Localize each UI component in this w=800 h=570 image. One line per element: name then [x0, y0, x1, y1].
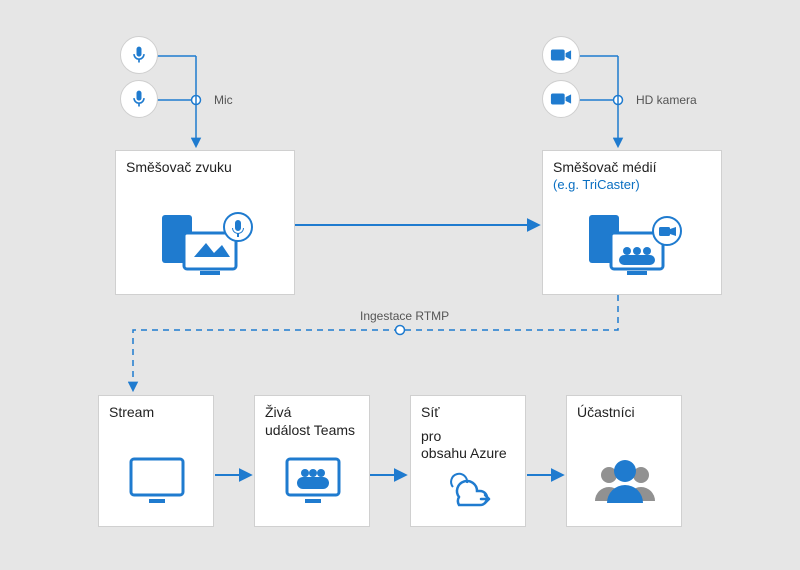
people-group-icon	[589, 457, 661, 510]
audio-mixer-title: Směšovač zvuku	[126, 159, 284, 177]
teams-live-title-l2: událost Teams	[265, 422, 359, 440]
media-mixer-subtitle: (e.g. TriCaster)	[553, 177, 711, 193]
media-mixer-title: Směšovač médií	[553, 159, 711, 177]
teams-live-node: Živá událost Teams	[254, 395, 370, 527]
mic-icon	[120, 80, 158, 118]
diagram-canvas: Mic HD kamera Směšovač zvuku Směšovač mé…	[0, 0, 800, 570]
attendees-title: Účastníci	[577, 404, 671, 422]
mic-label: Mic	[214, 93, 233, 107]
stream-node: Stream	[98, 395, 214, 527]
rtmp-ingest-label: Ingestace RTMP	[360, 309, 449, 323]
azure-cdn-node: Síť pro obsahu Azure	[410, 395, 526, 527]
stream-title: Stream	[109, 404, 203, 422]
azure-cdn-title-l3: obsahu Azure	[421, 445, 515, 463]
media-mixer-node: Směšovač médií (e.g. TriCaster)	[542, 150, 722, 295]
teams-live-title-l1: Živá	[265, 404, 359, 422]
cloud-arrow-icon	[441, 469, 497, 512]
monitor-people-icon	[281, 455, 345, 510]
camera-label: HD kamera	[636, 93, 697, 107]
camera-icon	[542, 36, 580, 74]
attendees-node: Účastníci	[566, 395, 682, 527]
mic-icon	[120, 36, 158, 74]
audio-mixer-node: Směšovač zvuku	[115, 150, 295, 295]
azure-cdn-title-l1: Síť	[421, 404, 515, 422]
monitor-icon	[125, 455, 189, 510]
camera-icon	[542, 80, 580, 118]
pc-monitor-mic-icon	[156, 209, 256, 282]
azure-cdn-title-l2: pro	[421, 428, 515, 446]
pc-monitor-camera-icon	[583, 209, 683, 282]
